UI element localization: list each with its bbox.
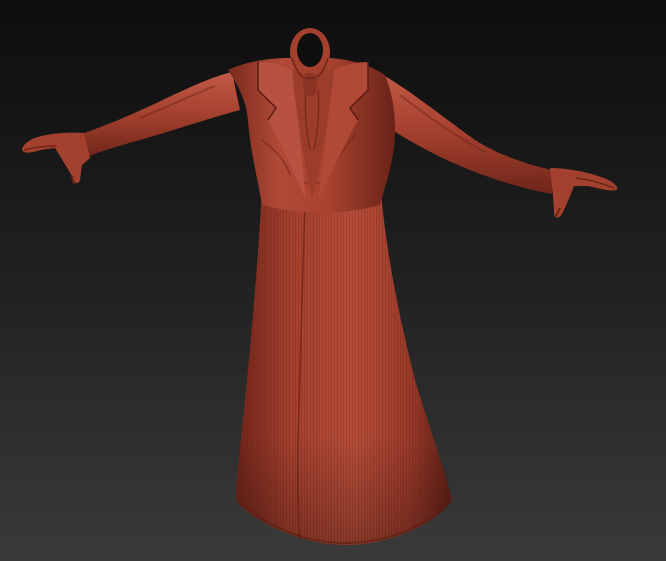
coat-skirt	[236, 180, 452, 545]
left-hand	[22, 132, 90, 185]
right-hand	[550, 168, 618, 218]
sculpt-canvas	[22, 28, 618, 545]
right-arm	[375, 72, 552, 194]
3d-viewport[interactable]	[0, 0, 666, 561]
left-arm	[82, 72, 240, 158]
